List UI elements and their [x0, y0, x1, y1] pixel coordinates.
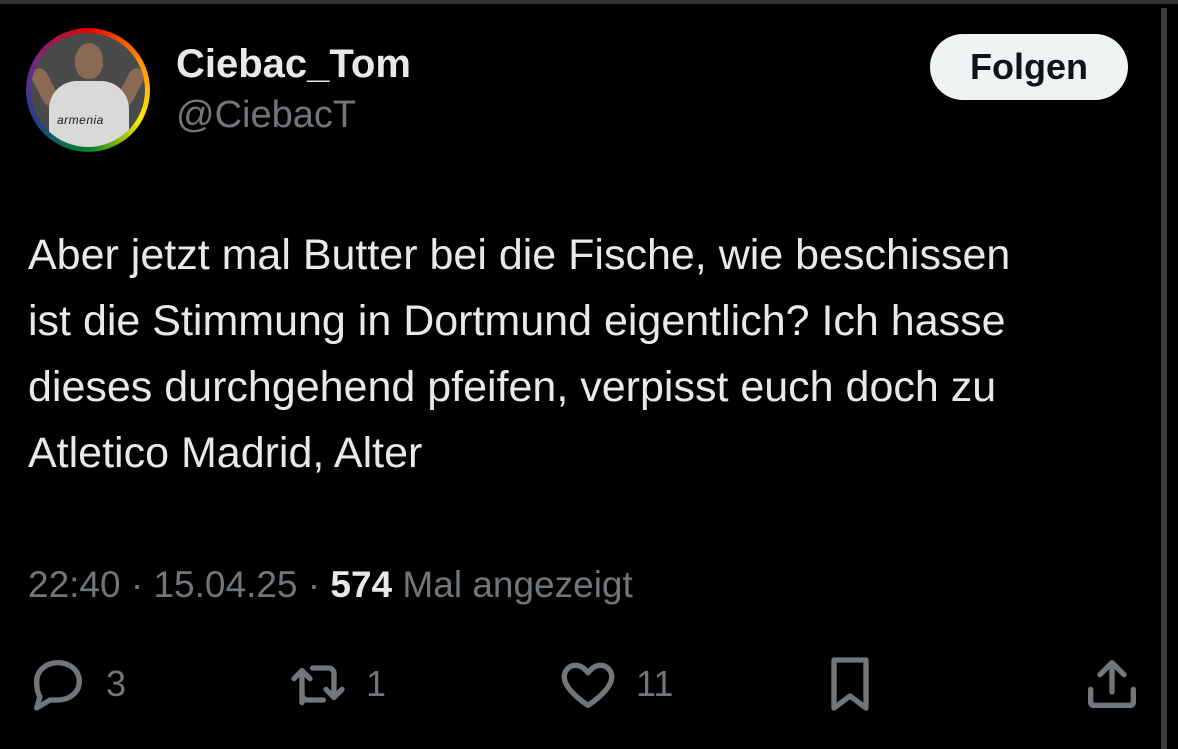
like-count: 11 [636, 663, 674, 704]
views-label: Mal angezeigt [392, 564, 633, 605]
retweet-icon [286, 652, 350, 716]
retweet-button[interactable]: 1 [286, 652, 386, 716]
like-button[interactable]: 11 [556, 652, 673, 716]
bookmark-button[interactable] [822, 652, 878, 716]
avatar[interactable]: armenia [26, 28, 150, 152]
views-count: 574 [330, 564, 393, 605]
meta-separator: · [120, 564, 154, 605]
avatar-head [75, 43, 103, 79]
bookmark-icon [822, 652, 878, 716]
top-divider [0, 0, 1178, 4]
share-icon [1080, 652, 1144, 716]
display-name[interactable]: Ciebac_Tom [176, 40, 411, 88]
tweet-time[interactable]: 22:40 [28, 564, 121, 605]
avatar-photo: armenia [31, 33, 145, 147]
retweet-count: 1 [366, 663, 387, 704]
tweet-card: armenia Ciebac_Tom @CiebacT Folgen Aber … [0, 0, 1178, 749]
reply-count: 3 [106, 663, 127, 704]
user-handle[interactable]: @CiebacT [176, 92, 356, 138]
avatar-sponsor-text: armenia [57, 113, 104, 127]
tweet-date[interactable]: 15.04.25 [153, 564, 297, 605]
reply-button[interactable]: 3 [26, 652, 126, 716]
tweet-meta: 22:40 · 15.04.25 · 574 Mal angezeigt [28, 560, 633, 610]
follow-button[interactable]: Folgen [930, 34, 1128, 100]
heart-icon [556, 652, 620, 716]
tweet-text: Aber jetzt mal Butter bei die Fische, wi… [28, 231, 1011, 477]
scrollbar[interactable] [1161, 8, 1167, 749]
reply-icon [26, 652, 90, 716]
share-button[interactable] [1080, 652, 1144, 716]
meta-separator: · [297, 564, 331, 605]
